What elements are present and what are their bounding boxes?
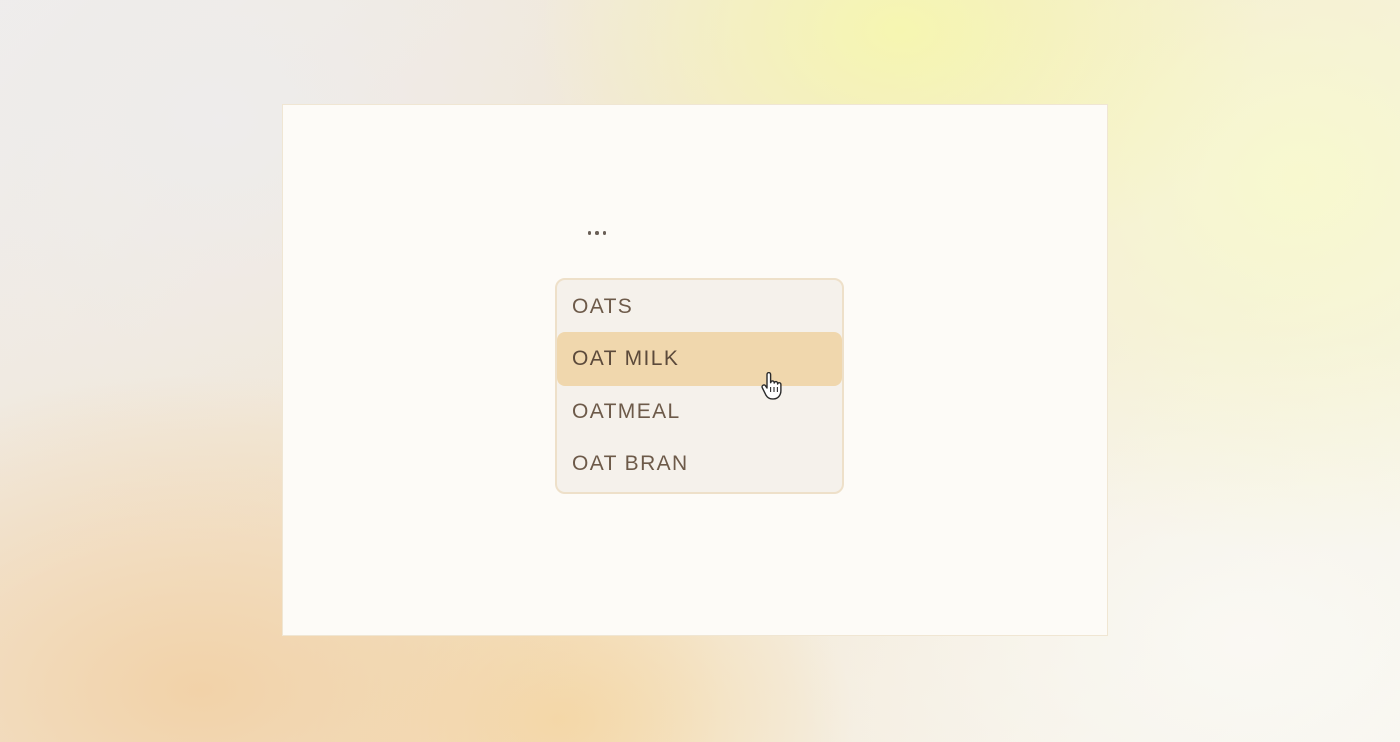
more-horizontal-icon <box>595 231 599 235</box>
more-horizontal-icon <box>602 231 607 235</box>
menu-item-label: OAT BRAN <box>572 452 689 475</box>
more-options-button[interactable] <box>580 219 614 247</box>
hand-pointer-icon <box>761 372 782 400</box>
menu-item-oats[interactable]: OATS <box>557 280 842 334</box>
menu-item-oatmeal[interactable]: OATMEAL <box>557 385 842 439</box>
dropdown-menu: OATS OAT MILK OATMEAL OAT BRAN <box>555 278 844 494</box>
more-horizontal-icon <box>587 231 592 235</box>
menu-item-oat-milk[interactable]: OAT MILK <box>557 332 842 386</box>
menu-item-oat-bran[interactable]: OAT BRAN <box>557 437 842 491</box>
menu-item-label: OATS <box>572 295 634 318</box>
menu-item-label: OAT MILK <box>572 347 680 370</box>
menu-item-label: OATMEAL <box>572 400 681 423</box>
